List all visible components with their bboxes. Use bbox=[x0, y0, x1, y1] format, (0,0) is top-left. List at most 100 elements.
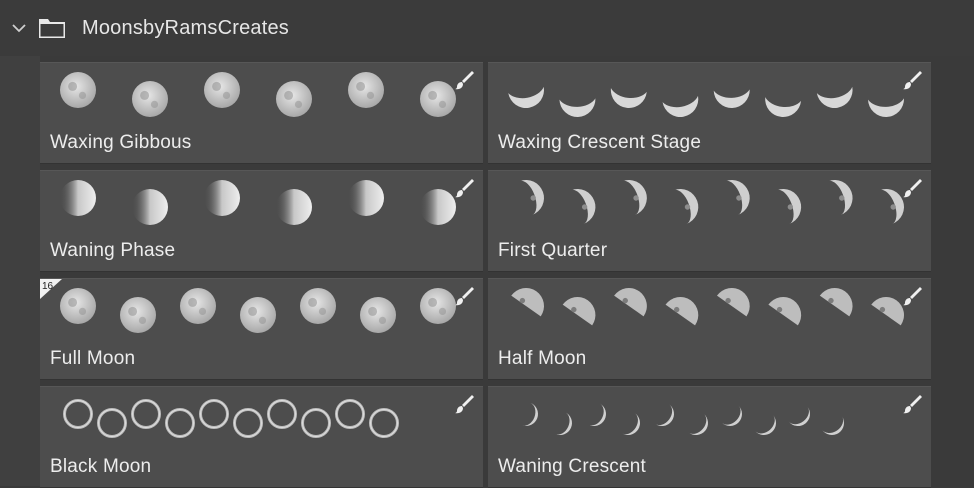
brush-tile-label: Waxing Gibbous bbox=[50, 132, 192, 153]
moon-thumbnail bbox=[60, 288, 96, 324]
brush-tile[interactable]: 16 Full Moon bbox=[40, 278, 483, 380]
moon-thumbnail bbox=[822, 416, 844, 435]
moon-thumbnail bbox=[199, 399, 229, 429]
moon-thumbnail bbox=[60, 72, 96, 108]
moon-thumbnail bbox=[519, 180, 544, 215]
moon-thumbnail bbox=[60, 180, 96, 216]
moon-thumbnail bbox=[610, 88, 647, 108]
moon-thumbnail bbox=[511, 288, 544, 317]
moon-thumbnail bbox=[204, 72, 240, 108]
brush-preview bbox=[60, 180, 456, 225]
moon-thumbnail bbox=[420, 288, 456, 324]
brush-preview bbox=[60, 72, 456, 117]
brush-tile-label: First Quarter bbox=[498, 240, 608, 261]
moon-thumbnail bbox=[788, 406, 810, 426]
moon-thumbnail bbox=[180, 288, 216, 324]
moon-thumbnail bbox=[240, 297, 276, 333]
moon-thumbnail bbox=[562, 297, 596, 326]
brush-icon bbox=[901, 69, 923, 91]
moon-thumbnail bbox=[276, 81, 312, 117]
brush-preview bbox=[519, 180, 904, 224]
moon-thumbnail bbox=[768, 297, 802, 326]
moon-thumbnail bbox=[348, 180, 384, 216]
brush-icon bbox=[453, 177, 475, 199]
moon-thumbnail bbox=[588, 403, 606, 426]
moon-thumbnail bbox=[716, 288, 750, 317]
brush-tile-label: Waning Crescent bbox=[498, 456, 647, 477]
moon-thumbnail bbox=[765, 97, 802, 117]
brush-grid: Waxing Gibbous Waxing Crescent Stage Wan… bbox=[40, 62, 931, 488]
brush-tile-label: Waning Phase bbox=[50, 240, 176, 261]
moon-thumbnail bbox=[868, 98, 904, 117]
moon-thumbnail bbox=[348, 72, 384, 108]
brush-tile-label: Full Moon bbox=[50, 348, 136, 369]
brush-tile[interactable]: Waxing Gibbous bbox=[40, 62, 483, 164]
brush-preview bbox=[508, 86, 904, 117]
brush-icon bbox=[901, 285, 923, 307]
brush-tile[interactable]: Half Moon bbox=[488, 278, 931, 380]
moon-thumbnail bbox=[369, 408, 399, 438]
moon-thumbnail bbox=[755, 414, 776, 435]
brush-preview bbox=[521, 402, 844, 435]
chevron-down-icon[interactable] bbox=[10, 19, 28, 37]
moon-thumbnail bbox=[508, 86, 544, 108]
moon-thumbnail bbox=[622, 180, 647, 215]
brush-tile[interactable]: First Quarter bbox=[488, 170, 931, 272]
moon-thumbnail bbox=[521, 402, 538, 426]
brush-tile-label: Half Moon bbox=[498, 348, 587, 369]
brush-icon bbox=[453, 285, 475, 307]
brush-tile[interactable]: Waning Crescent bbox=[488, 386, 931, 488]
folder-header[interactable]: MoonsbyRamsCreates bbox=[0, 0, 974, 57]
moon-thumbnail bbox=[555, 412, 572, 435]
brush-tile[interactable]: Black Moon bbox=[40, 386, 483, 488]
size-badge-label: 16 bbox=[42, 281, 54, 292]
moon-thumbnail bbox=[621, 412, 640, 435]
moon-thumbnail bbox=[132, 81, 168, 117]
brush-panel: Waxing Gibbous Waxing Crescent Stage Wan… bbox=[0, 56, 974, 488]
moon-thumbnail bbox=[828, 180, 853, 215]
moon-thumbnail bbox=[267, 399, 297, 429]
panel-gutter bbox=[0, 56, 40, 486]
size-badge: 16 bbox=[40, 279, 62, 299]
moon-thumbnail bbox=[816, 86, 853, 108]
moon-thumbnail bbox=[662, 95, 699, 117]
brush-preview bbox=[63, 399, 399, 438]
moon-thumbnail bbox=[721, 405, 742, 426]
moon-thumbnail bbox=[300, 288, 336, 324]
moon-thumbnail bbox=[614, 288, 647, 317]
moon-thumbnail bbox=[276, 189, 312, 225]
brush-tile[interactable]: Waxing Crescent Stage bbox=[488, 62, 931, 164]
moon-thumbnail bbox=[97, 408, 127, 438]
moon-thumbnail bbox=[301, 408, 331, 438]
moon-thumbnail bbox=[420, 189, 456, 225]
moon-thumbnail bbox=[654, 404, 674, 426]
moon-thumbnail bbox=[131, 399, 161, 429]
moon-thumbnail bbox=[335, 399, 365, 429]
brush-icon bbox=[901, 393, 923, 415]
brush-tile-label: Waxing Crescent Stage bbox=[498, 132, 702, 153]
moon-thumbnail bbox=[420, 81, 456, 117]
moon-thumbnail bbox=[559, 98, 596, 117]
folder-title: MoonsbyRamsCreates bbox=[82, 16, 290, 39]
brush-preview bbox=[511, 288, 904, 326]
moon-thumbnail bbox=[233, 408, 263, 438]
moon-thumbnail bbox=[819, 288, 853, 317]
moon-thumbnail bbox=[665, 297, 699, 326]
brush-tile[interactable]: Waning Phase bbox=[40, 170, 483, 272]
moon-thumbnail bbox=[360, 297, 396, 333]
brush-icon bbox=[453, 393, 475, 415]
moon-thumbnail bbox=[674, 189, 699, 224]
moon-thumbnail bbox=[120, 297, 156, 333]
brush-icon bbox=[901, 177, 923, 199]
moon-thumbnail bbox=[713, 89, 750, 108]
brush-preview bbox=[60, 288, 456, 333]
moon-thumbnail bbox=[204, 180, 240, 216]
moon-thumbnail bbox=[725, 180, 750, 215]
brush-tile-label: Black Moon bbox=[50, 456, 152, 477]
moon-thumbnail bbox=[571, 189, 596, 224]
moon-thumbnail bbox=[776, 189, 802, 224]
moon-thumbnail bbox=[132, 189, 168, 225]
moon-thumbnail bbox=[688, 413, 708, 435]
folder-icon bbox=[38, 17, 66, 39]
moon-thumbnail bbox=[165, 408, 195, 438]
